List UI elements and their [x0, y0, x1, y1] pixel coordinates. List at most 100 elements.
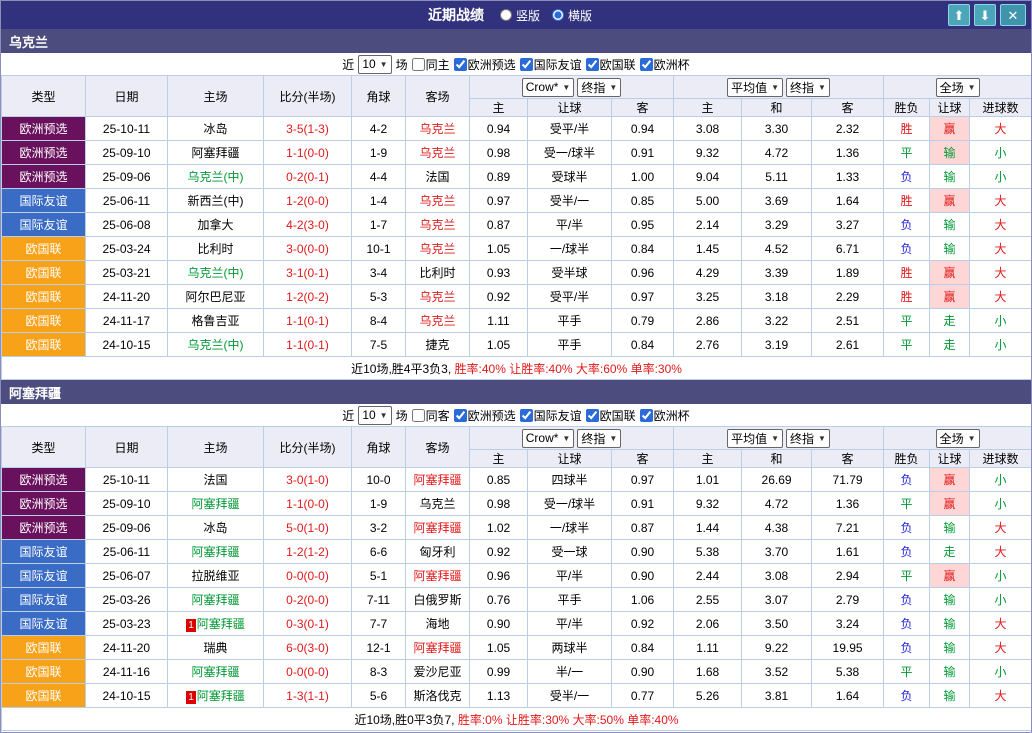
- avg-draw-cell: 3.39: [742, 261, 812, 285]
- league-cell: 国际友谊: [2, 540, 86, 564]
- euro-qualifiers-checkbox[interactable]: [454, 58, 467, 71]
- odds-home-cell: 0.76: [470, 588, 528, 612]
- league-filter-friendly[interactable]: 国际友谊: [520, 407, 582, 424]
- avg-source-select[interactable]: 平均值▼: [727, 78, 783, 97]
- league-filter-euro-cup[interactable]: 欧洲杯: [640, 56, 690, 73]
- odds-home-cell: 0.85: [470, 468, 528, 492]
- odds-away-cell: 0.85: [612, 189, 674, 213]
- result-wdl-cell: 平: [884, 660, 930, 684]
- same-venue-checkbox[interactable]: [412, 58, 425, 71]
- match-row: 国际友谊25-06-08加拿大4-2(3-0)1-7乌克兰0.87平/半0.95…: [2, 213, 1032, 237]
- avg-home-cell: 3.08: [674, 117, 742, 141]
- result-handicap-cell: 输: [930, 165, 970, 189]
- move-down-button[interactable]: ⬇: [974, 4, 996, 26]
- result-wdl-cell: 负: [884, 636, 930, 660]
- result-wdl-cell: 负: [884, 612, 930, 636]
- avg-home-cell: 5.38: [674, 540, 742, 564]
- corners-cell: 7-7: [352, 612, 406, 636]
- same-venue-filter[interactable]: 同主: [412, 56, 450, 73]
- same-venue-filter[interactable]: 同客: [412, 407, 450, 424]
- summary-row: 近10场,胜0平3负7, 胜率:0% 让胜率:30% 大率:50% 单率:40%: [2, 708, 1032, 731]
- result-handicap-cell: 输: [930, 141, 970, 165]
- result-wdl-cell: 负: [884, 540, 930, 564]
- euro-cup-checkbox[interactable]: [640, 58, 653, 71]
- euro-qualifiers-checkbox[interactable]: [454, 409, 467, 422]
- date-cell: 24-11-20: [86, 285, 168, 309]
- team-name: 阿塞拜疆: [9, 383, 61, 402]
- away-team-cell: 乌克兰: [406, 141, 470, 165]
- fulltime-select[interactable]: 全场▼: [936, 429, 980, 448]
- result-handicap-cell: 输: [930, 660, 970, 684]
- league-filter-euro-qualifiers[interactable]: 欧洲预选: [454, 56, 516, 73]
- odds-away-cell: 0.91: [612, 492, 674, 516]
- team-section-header: 乌克兰: [1, 29, 1031, 53]
- result-wdl-cell: 胜: [884, 117, 930, 141]
- close-button[interactable]: ✕: [1000, 4, 1026, 26]
- odds-source-select[interactable]: Crow*▼: [522, 78, 575, 97]
- result-goals-cell: 大: [970, 261, 1032, 285]
- date-cell: 25-09-06: [86, 165, 168, 189]
- panel-title: 近期战绩: [428, 5, 484, 25]
- league-filter-euro-qualifiers[interactable]: 欧洲预选: [454, 407, 516, 424]
- match-row: 欧国联24-11-20阿尔巴尼亚1-2(0-2)5-3乌克兰0.92受平/半0.…: [2, 285, 1032, 309]
- vertical-radio-label: 竖版: [516, 7, 540, 24]
- fulltime-group-header: 全场▼: [884, 76, 1032, 99]
- nations-league-checkbox[interactable]: [586, 58, 599, 71]
- match-count-select[interactable]: 10 ▼: [358, 406, 391, 425]
- result-handicap-cell: 输: [930, 516, 970, 540]
- match-row: 欧洲预选25-09-10阿塞拜疆1-1(0-0)1-9乌克兰0.98受一/球半0…: [2, 141, 1032, 165]
- away-team-cell: 白俄罗斯: [406, 588, 470, 612]
- horizontal-radio[interactable]: [552, 9, 564, 21]
- same-venue-checkbox[interactable]: [412, 409, 425, 422]
- vertical-radio[interactable]: [500, 9, 512, 21]
- odds-group-header: Crow*▼ 终指▼: [470, 427, 674, 450]
- league-filter-euro-cup[interactable]: 欧洲杯: [640, 407, 690, 424]
- odds-handicap-cell: 受半/一: [528, 684, 612, 708]
- euro-cup-checkbox[interactable]: [640, 409, 653, 422]
- odds-kind-select[interactable]: 终指▼: [577, 78, 621, 97]
- fulltime-select[interactable]: 全场▼: [936, 78, 980, 97]
- col-type: 类型: [2, 76, 86, 117]
- league-filter-friendly[interactable]: 国际友谊: [520, 56, 582, 73]
- home-team-cell: 阿塞拜疆: [168, 588, 264, 612]
- corners-cell: 8-4: [352, 309, 406, 333]
- odds-handicap-cell: 平/半: [528, 612, 612, 636]
- match-row: 国际友谊25-06-07拉脱维亚0-0(0-0)5-1阿塞拜疆0.96平/半0.…: [2, 564, 1032, 588]
- result-wdl-cell: 平: [884, 309, 930, 333]
- result-goals-cell: 小: [970, 165, 1032, 189]
- nations-league-checkbox[interactable]: [586, 409, 599, 422]
- odds-handicap-cell: 四球半: [528, 468, 612, 492]
- odds-kind-select[interactable]: 终指▼: [577, 429, 621, 448]
- col-result-handicap: 让球: [930, 99, 970, 117]
- layout-horizontal-option[interactable]: 横版: [552, 7, 592, 24]
- odds-away-cell: 0.96: [612, 261, 674, 285]
- avg-kind-select[interactable]: 终指▼: [786, 429, 830, 448]
- avg-away-cell: 1.89: [812, 261, 884, 285]
- home-team-cell: 瑞典: [168, 636, 264, 660]
- layout-vertical-option[interactable]: 竖版: [500, 7, 540, 24]
- avg-away-cell: 19.95: [812, 636, 884, 660]
- result-wdl-cell: 负: [884, 165, 930, 189]
- avg-home-cell: 4.29: [674, 261, 742, 285]
- corners-cell: 3-4: [352, 261, 406, 285]
- odds-handicap-cell: 受一球: [528, 540, 612, 564]
- col-result-goals: 进球数: [970, 99, 1032, 117]
- date-cell: 25-03-26: [86, 588, 168, 612]
- col-odds-away: 客: [612, 99, 674, 117]
- odds-away-cell: 0.84: [612, 237, 674, 261]
- avg-draw-cell: 3.19: [742, 333, 812, 357]
- move-up-button[interactable]: ⬆: [948, 4, 970, 26]
- friendly-checkbox[interactable]: [520, 58, 533, 71]
- league-filter-nations-league[interactable]: 欧国联: [586, 407, 636, 424]
- league-filter-nations-league[interactable]: 欧国联: [586, 56, 636, 73]
- avg-kind-select[interactable]: 终指▼: [786, 78, 830, 97]
- avg-home-cell: 5.26: [674, 684, 742, 708]
- avg-source-select[interactable]: 平均值▼: [727, 429, 783, 448]
- chevron-down-icon: ▼: [771, 434, 779, 443]
- result-wdl-cell: 负: [884, 237, 930, 261]
- match-count-select[interactable]: 10 ▼: [358, 55, 391, 74]
- result-wdl-cell: 胜: [884, 189, 930, 213]
- friendly-checkbox[interactable]: [520, 409, 533, 422]
- odds-source-select[interactable]: Crow*▼: [522, 429, 575, 448]
- result-wdl-cell: 负: [884, 468, 930, 492]
